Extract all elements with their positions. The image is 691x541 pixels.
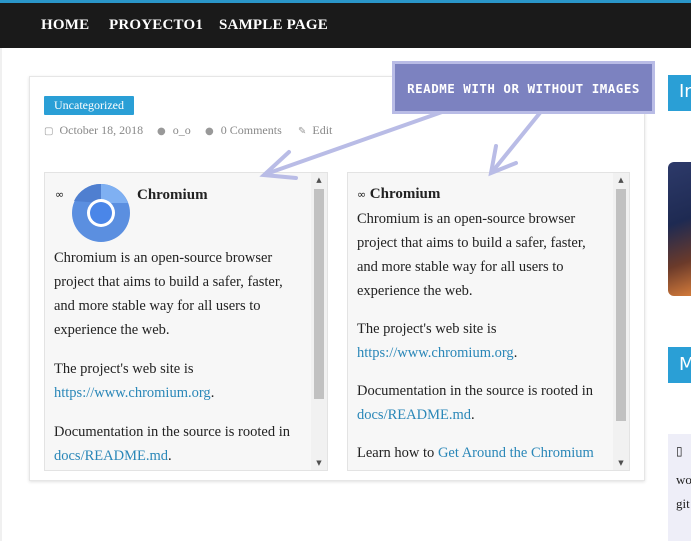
sidebar-box-text: git xyxy=(676,496,690,511)
annotation-callout: README WITH OR WITHOUT IMAGES xyxy=(392,61,655,114)
sidebar-widget-label: In xyxy=(679,81,691,102)
book-icon: ▯ xyxy=(676,444,683,458)
sidebar-widget-title: In xyxy=(668,75,691,111)
sidebar-image[interactable] xyxy=(668,162,691,296)
sidebar-box-text: wo xyxy=(676,472,691,487)
annotation-text: README WITH OR WITHOUT IMAGES xyxy=(407,81,640,96)
sidebar-readme-box: ▯ wo git xyxy=(668,434,691,541)
arrow-to-left-panel xyxy=(264,110,444,176)
sidebar-widget-title: M xyxy=(668,347,691,383)
sidebar-widget-label: M xyxy=(679,354,691,375)
